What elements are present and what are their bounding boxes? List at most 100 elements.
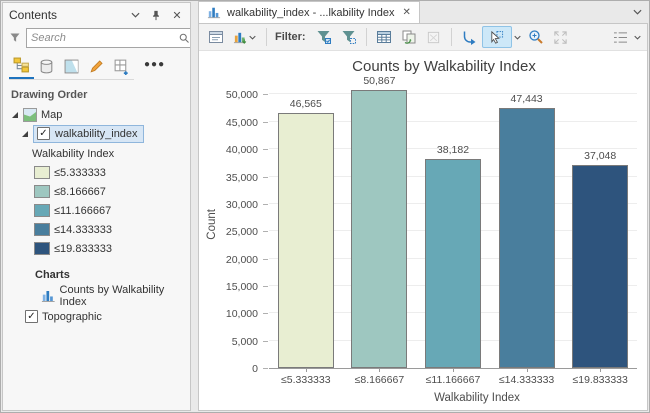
- bar-chart-icon: [207, 6, 221, 19]
- legend-swatch[interactable]: [34, 223, 50, 236]
- chart-title: Counts by Walkability Index: [251, 58, 637, 75]
- close-icon[interactable]: ✕: [170, 8, 184, 22]
- x-tick-slot: ≤5.333333: [269, 369, 343, 389]
- view-tabbar: walkability_index - ...lkability Index ✕: [198, 1, 648, 23]
- legend-swatch[interactable]: [34, 204, 50, 217]
- legend-options-group: [608, 26, 642, 48]
- expand-collapse-icon[interactable]: [11, 111, 19, 119]
- bar[interactable]: [278, 113, 334, 368]
- y-tick-mark: [263, 259, 268, 260]
- y-axis-title: Count: [206, 209, 218, 240]
- chevron-down-icon[interactable]: [632, 35, 642, 40]
- filter-icon[interactable]: [9, 32, 21, 44]
- chevron-down-icon[interactable]: [128, 8, 142, 22]
- more-options-icon[interactable]: ●●●: [144, 59, 165, 76]
- layer-label: walkability_index: [55, 128, 138, 140]
- x-tick-mark: [453, 369, 454, 372]
- bar[interactable]: [499, 108, 555, 368]
- x-axis-title: Walkability Index: [317, 392, 637, 404]
- search-input[interactable]: [31, 32, 174, 44]
- chart-type-button[interactable]: [229, 26, 261, 48]
- legend-label: ≤19.833333: [54, 243, 112, 255]
- selected-layer-box[interactable]: ✓ walkability_index: [33, 125, 144, 143]
- list-by-drawing-order-button[interactable]: [9, 55, 34, 79]
- contents-toolbar: ●●●: [3, 51, 190, 79]
- pin-icon[interactable]: [149, 8, 163, 22]
- chart-properties-button[interactable]: [204, 26, 228, 48]
- rotate-chart-button[interactable]: [457, 26, 481, 48]
- layer-visibility-checkbox[interactable]: ✓: [37, 127, 50, 140]
- chart-canvas: Counts by Walkability Index Count 05,000…: [199, 51, 647, 410]
- x-axis-ticks: ≤5.333333≤8.166667≤11.166667≤14.333333≤1…: [269, 369, 637, 389]
- close-tab-icon[interactable]: ✕: [403, 7, 411, 18]
- map-label: Map: [41, 109, 62, 121]
- y-tick-label: 40,000: [226, 144, 258, 156]
- y-tick-label: 15,000: [226, 281, 258, 293]
- legend-item: ≤8.166667: [3, 182, 190, 201]
- y-tick-mark: [263, 204, 268, 205]
- bar-slot: 46,565: [269, 79, 343, 368]
- x-tick-slot: ≤14.333333: [490, 369, 564, 389]
- legend-options-button[interactable]: [608, 26, 632, 48]
- y-tick-mark: [263, 94, 268, 95]
- map-icon: [23, 108, 37, 122]
- x-tick-slot: ≤11.166667: [416, 369, 490, 389]
- chart-view: walkability_index - ...lkability Index ✕…: [198, 1, 648, 411]
- bar[interactable]: [572, 165, 628, 368]
- chart-view-body: Filter:: [198, 23, 648, 411]
- map-tree-item[interactable]: Map: [3, 105, 190, 124]
- legend-swatch[interactable]: [34, 185, 50, 198]
- y-tick-mark: [263, 231, 268, 232]
- chart-tab[interactable]: walkability_index - ...lkability Index ✕: [198, 1, 420, 23]
- charts-label: Charts: [35, 269, 70, 281]
- x-tick-label: ≤19.833333: [563, 374, 637, 386]
- legend-swatch[interactable]: [34, 166, 50, 179]
- list-by-snapping-button[interactable]: [109, 55, 134, 79]
- legend-rows: ≤5.333333≤8.166667≤11.166667≤14.333333≤1…: [3, 163, 190, 258]
- tab-list-chevron-icon[interactable]: [633, 9, 642, 15]
- separator: [451, 28, 452, 46]
- y-tick-mark: [263, 286, 268, 287]
- expand-collapse-icon[interactable]: [21, 130, 29, 138]
- list-by-editing-button[interactable]: [84, 55, 109, 79]
- zoom-mode-button[interactable]: [524, 26, 548, 48]
- list-by-selection-button[interactable]: [59, 55, 84, 79]
- legend-label: ≤5.333333: [54, 167, 106, 179]
- charts-section-row: Charts: [3, 265, 190, 284]
- y-tick-label: 20,000: [226, 254, 258, 266]
- arcgis-pro-window: Contents ✕: [0, 0, 650, 413]
- list-by-data-source-button[interactable]: [34, 55, 59, 79]
- select-mode-button[interactable]: [482, 26, 512, 48]
- full-extent-button[interactable]: [549, 26, 573, 48]
- x-tick-slot: ≤8.166667: [343, 369, 417, 389]
- legend-swatch[interactable]: [34, 242, 50, 255]
- legend-title-row: Walkability Index: [3, 144, 190, 163]
- basemap-visibility-checkbox[interactable]: ✓: [25, 310, 38, 323]
- chart-tree-item[interactable]: Counts by Walkability Index: [3, 286, 190, 305]
- y-tick-label: 45,000: [226, 117, 258, 129]
- show-table-button[interactable]: [372, 26, 396, 48]
- search-box: [26, 28, 191, 48]
- plot-column: 46,56550,86738,18247,44337,048 ≤5.333333…: [269, 79, 637, 410]
- bar[interactable]: [425, 159, 481, 368]
- bar[interactable]: [351, 90, 407, 368]
- basemap-tree-item[interactable]: ✓ Topographic: [3, 307, 190, 326]
- y-tick-label: 0: [252, 363, 258, 375]
- bar-slot: 50,867: [343, 79, 417, 368]
- bar-slot: 38,182: [416, 79, 490, 368]
- clear-selection-button[interactable]: [422, 26, 446, 48]
- legend-label: ≤14.333333: [54, 224, 112, 236]
- y-tick-mark: [263, 313, 268, 314]
- bars-container: 46,56550,86738,18247,44337,048: [269, 79, 637, 368]
- filter-by-selection-button[interactable]: [312, 26, 336, 48]
- y-axis-ticks: 05,00010,00015,00020,00025,00030,00035,0…: [221, 79, 269, 369]
- switch-selection-button[interactable]: [397, 26, 421, 48]
- search-icon[interactable]: [178, 32, 190, 44]
- chevron-down-icon[interactable]: [513, 35, 523, 40]
- x-tick-label: ≤11.166667: [416, 374, 490, 386]
- walkability-layer-item[interactable]: ✓ walkability_index: [3, 124, 190, 143]
- drawing-order-label: Drawing Order: [3, 79, 190, 105]
- chart-item-label: Counts by Walkability Index: [60, 284, 190, 308]
- legend-title: Walkability Index: [32, 148, 114, 160]
- filter-by-extent-button[interactable]: [337, 26, 361, 48]
